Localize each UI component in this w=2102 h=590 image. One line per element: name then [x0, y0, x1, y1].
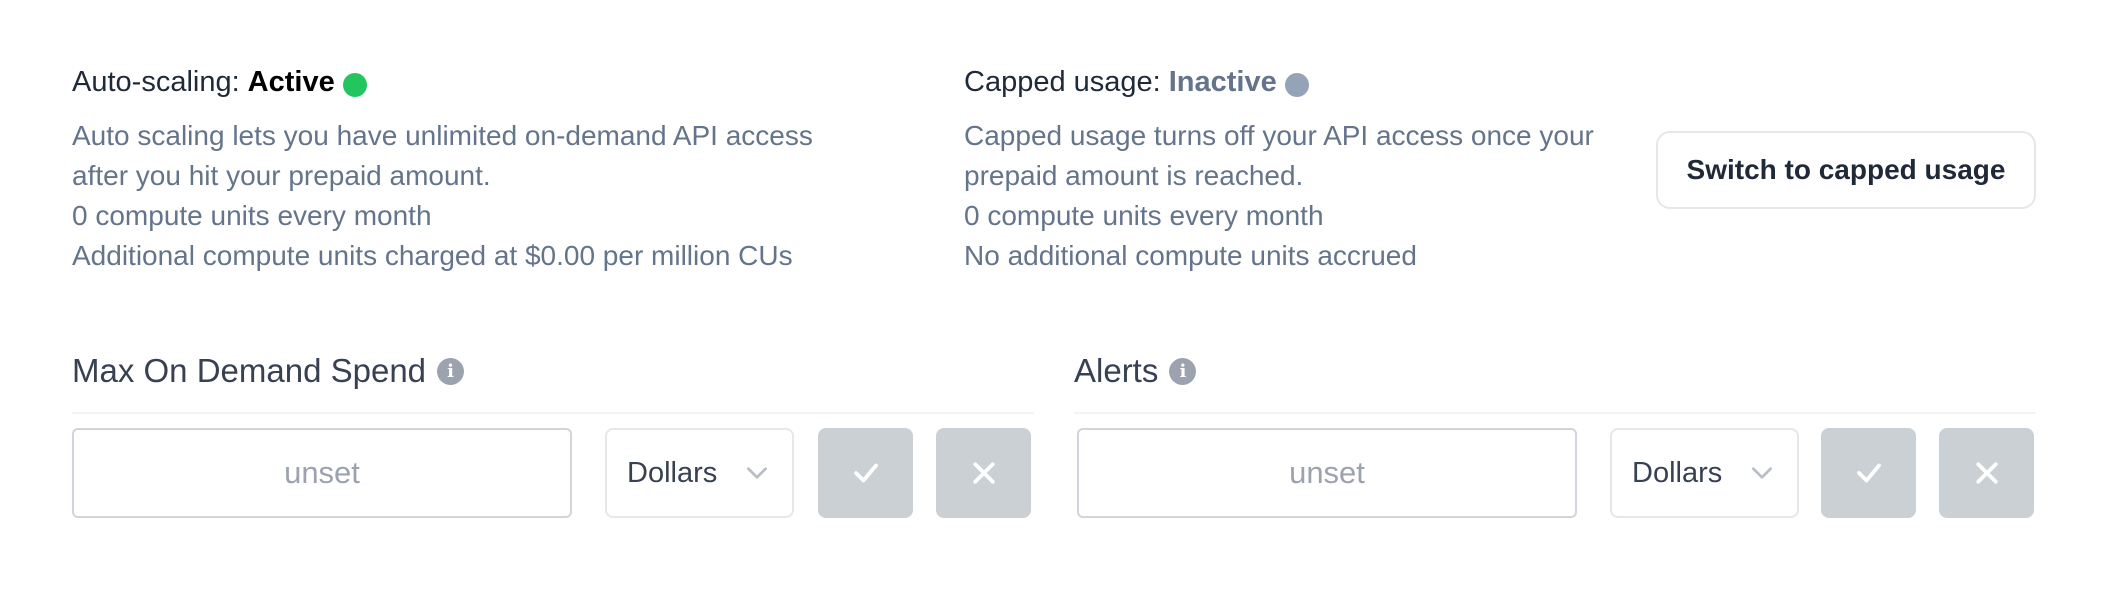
capped-usage-panel: Capped usage: Inactive Capped usage turn… — [964, 60, 1664, 276]
alerts-title-row: Alerts i — [1074, 348, 2036, 394]
alerts-unit-value: Dollars — [1632, 456, 1723, 489]
alerts-section: Alerts i — [1074, 348, 2036, 414]
capped-usage-description: Capped usage turns off your API access o… — [964, 116, 1664, 276]
max-spend-cancel-button[interactable] — [936, 428, 1031, 518]
check-icon — [1856, 463, 1881, 483]
auto-scaling-heading: Auto-scaling: Active — [72, 60, 892, 104]
auto-scaling-charge-line: Additional compute units charged at $0.0… — [72, 240, 793, 271]
max-spend-title: Max On Demand Spend — [72, 352, 427, 389]
max-spend-section: Max On Demand Spend i — [72, 348, 1034, 414]
switch-to-capped-usage-button[interactable]: Switch to capped usage — [1656, 131, 2036, 209]
auto-scaling-status: Active — [247, 66, 335, 98]
max-spend-title-row: Max On Demand Spend i — [72, 348, 1034, 394]
capped-usage-heading: Capped usage: Inactive — [964, 60, 1664, 104]
capped-usage-label: Capped usage: — [964, 66, 1161, 98]
alerts-unit-select[interactable]: Dollars — [1610, 428, 1799, 518]
info-icon[interactable]: i — [1169, 357, 1197, 385]
max-spend-unit-select[interactable]: Dollars — [605, 428, 794, 518]
capped-usage-accrual-line: No additional compute units accrued — [964, 240, 1417, 271]
auto-scaling-description: Auto scaling lets you have unlimited on-… — [72, 116, 892, 276]
x-icon — [1975, 462, 1998, 484]
x-icon — [972, 462, 995, 484]
capped-usage-description-line: Capped usage turns off your API access o… — [964, 120, 1594, 191]
auto-scaling-units-line: 0 compute units every month — [72, 200, 432, 231]
max-spend-input[interactable] — [72, 428, 572, 518]
info-icon[interactable]: i — [437, 357, 465, 385]
alerts-confirm-button[interactable] — [1821, 428, 1916, 518]
chevron-down-icon — [746, 467, 768, 479]
max-spend-confirm-button[interactable] — [818, 428, 913, 518]
check-icon — [853, 463, 878, 483]
alerts-input[interactable] — [1077, 428, 1577, 518]
auto-scaling-panel: Auto-scaling: Active Auto scaling lets y… — [72, 60, 892, 276]
capped-usage-units-line: 0 compute units every month — [964, 200, 1324, 231]
chevron-down-icon — [1751, 467, 1773, 479]
capped-usage-status: Inactive — [1168, 66, 1277, 98]
auto-scaling-description-line: Auto scaling lets you have unlimited on-… — [72, 120, 813, 191]
max-spend-unit-value: Dollars — [627, 456, 718, 489]
alerts-title: Alerts — [1074, 352, 1159, 389]
inactive-status-dot-icon — [1284, 73, 1309, 97]
alerts-cancel-button[interactable] — [1939, 428, 2034, 518]
alerts-divider — [1074, 412, 2036, 414]
active-status-dot-icon — [342, 73, 367, 97]
max-spend-divider — [72, 412, 1034, 414]
auto-scaling-label: Auto-scaling: — [72, 66, 240, 98]
